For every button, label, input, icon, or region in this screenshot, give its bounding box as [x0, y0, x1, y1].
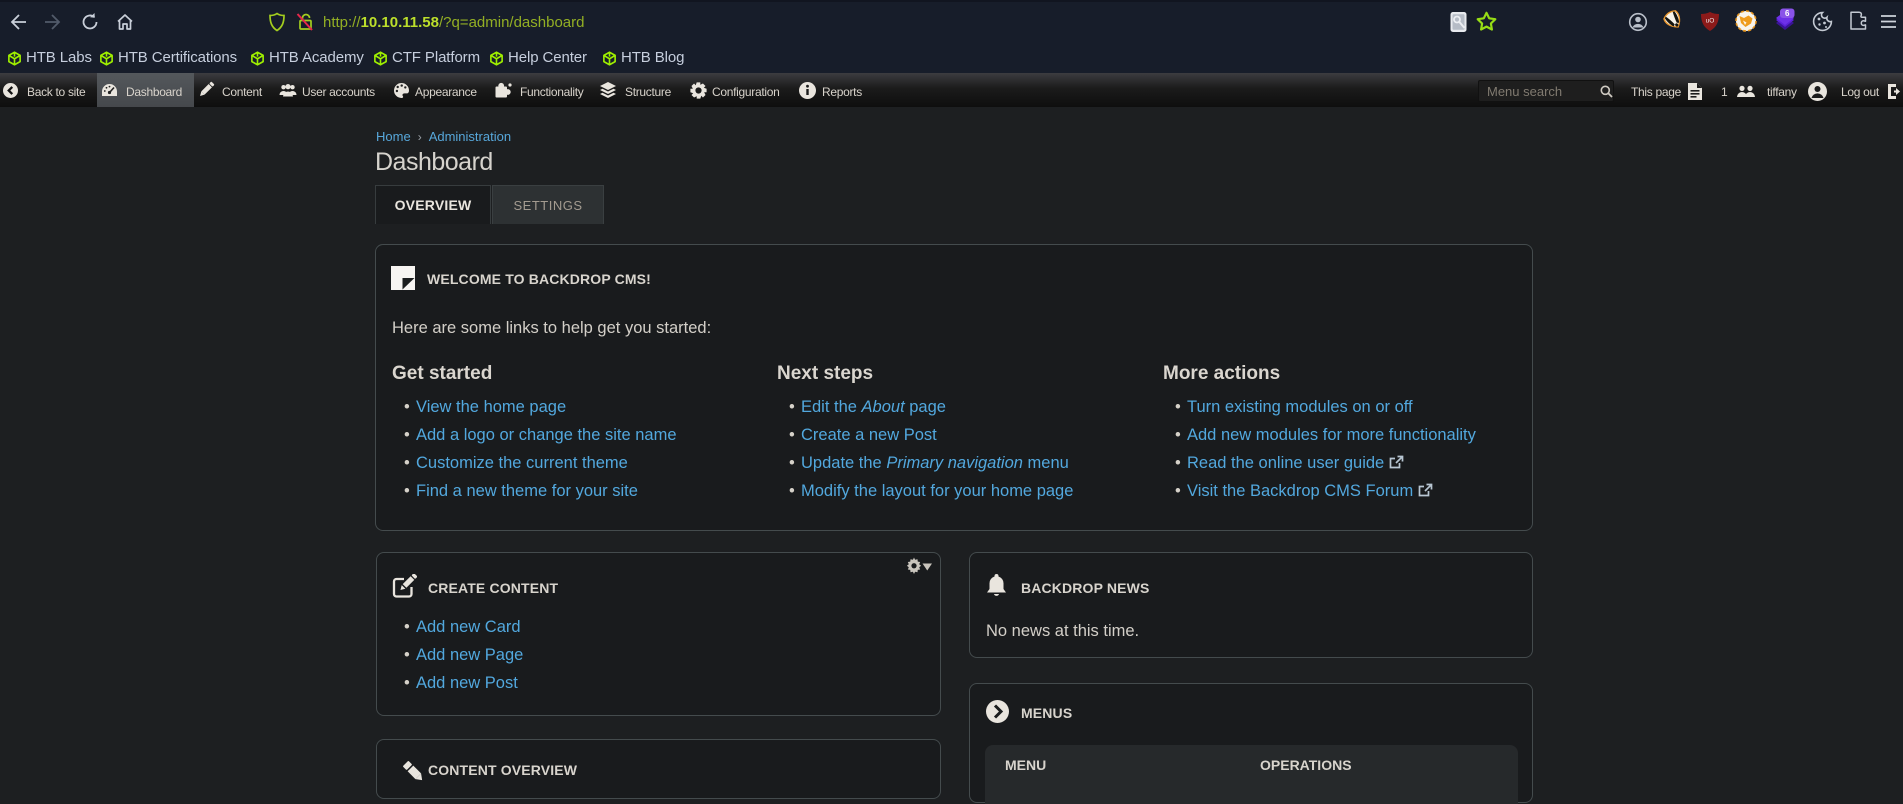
svg-text:uO: uO	[1706, 18, 1715, 25]
svg-text:6: 6	[1785, 9, 1790, 18]
